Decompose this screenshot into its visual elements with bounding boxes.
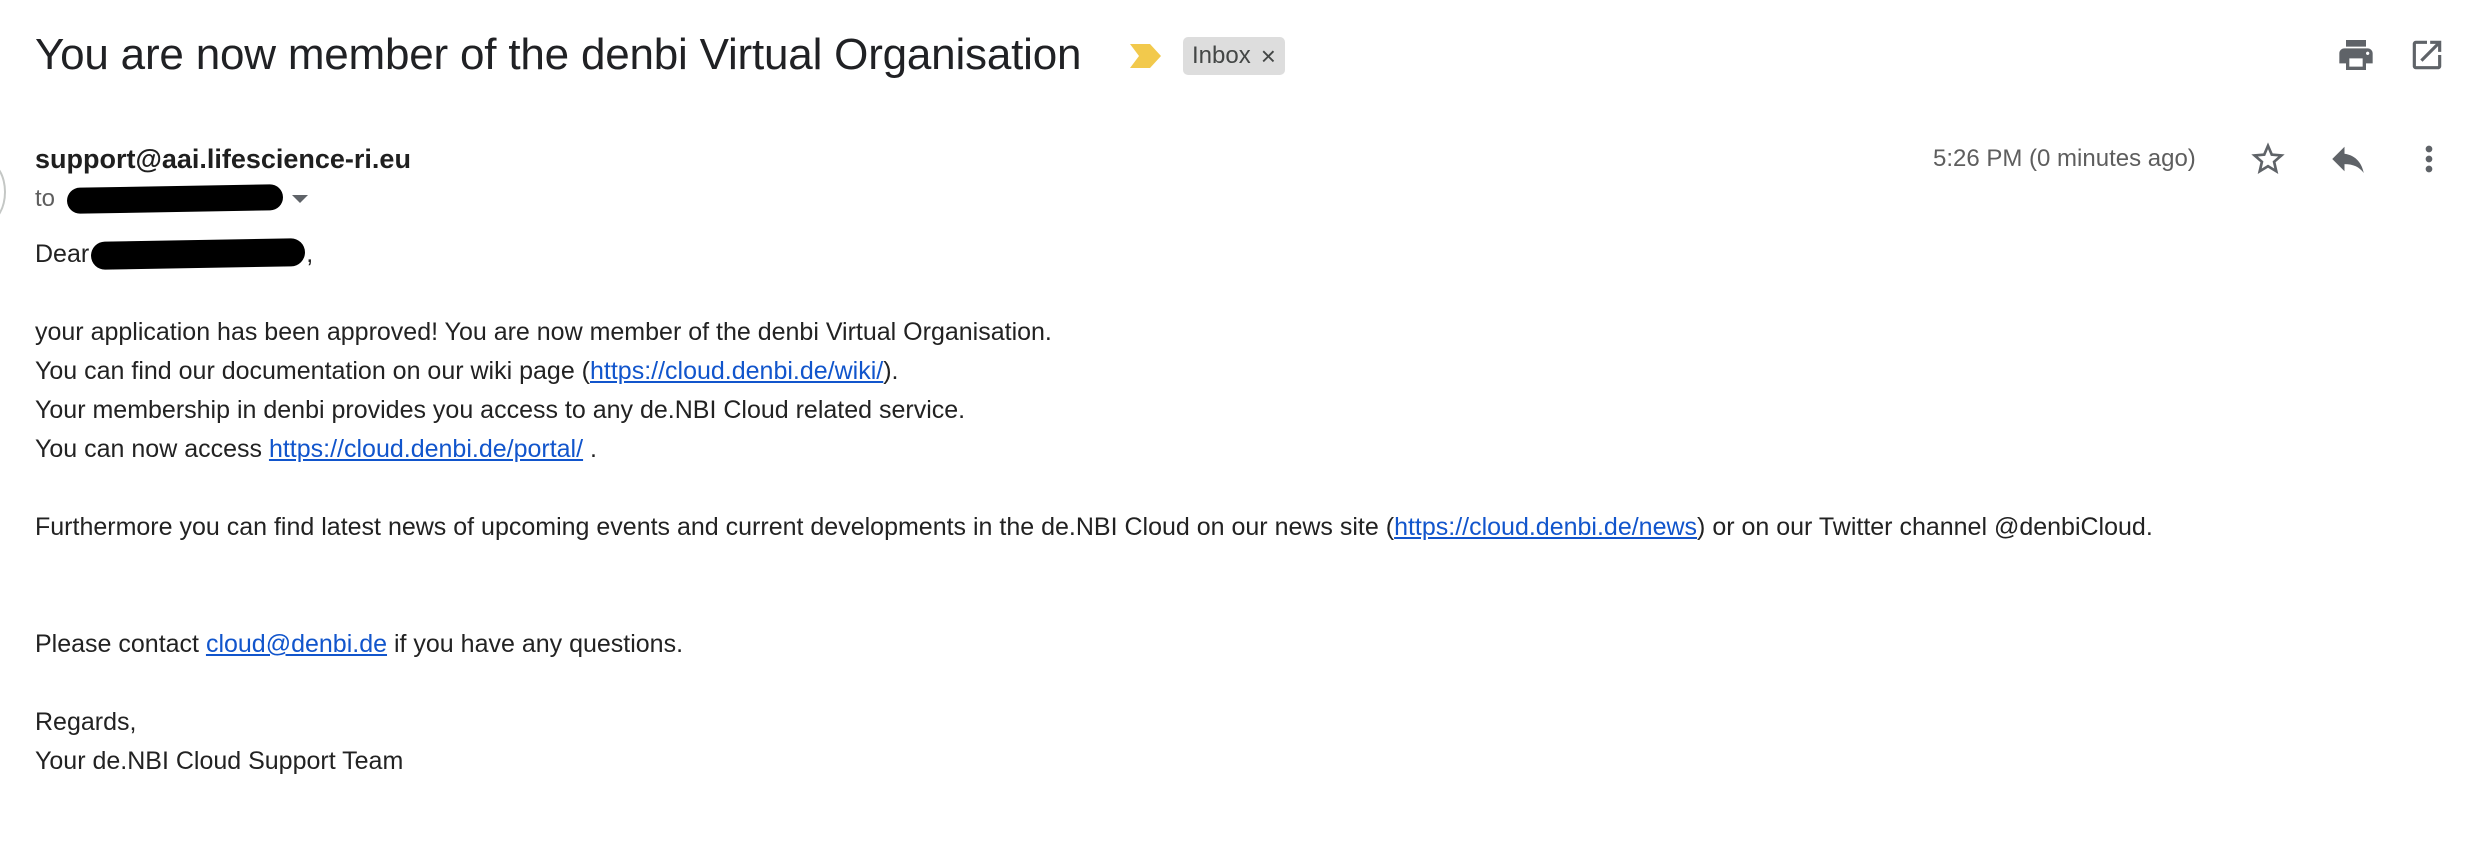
star-button[interactable]	[2244, 135, 2292, 183]
print-icon	[2339, 40, 2373, 70]
greeting-suffix: ,	[306, 240, 314, 268]
redacted-recipient	[66, 184, 284, 214]
more-vert-icon	[2425, 145, 2433, 173]
documentation-prefix: You can find our documentation on our wi…	[35, 357, 590, 385]
more-options-button[interactable]	[2405, 135, 2453, 183]
signature-line: Your de.NBI Cloud Support Team	[35, 747, 404, 775]
approval-line: your application has been approved! You …	[35, 318, 1052, 346]
caret-down-icon	[292, 195, 309, 203]
news-suffix: ) or on our Twitter channel @denbiCloud.	[1697, 513, 2153, 541]
reply-icon	[2332, 146, 2364, 173]
redacted-recipient-name	[90, 238, 306, 270]
message-body: Dear, your application has been approved…	[35, 235, 2153, 781]
to-label: to	[35, 185, 56, 212]
portal-link[interactable]: https://cloud.denbi.de/portal/	[269, 435, 583, 463]
show-details-button[interactable]	[287, 186, 313, 212]
print-button[interactable]	[2332, 31, 2380, 79]
membership-line: Your membership in denbi provides you ac…	[35, 396, 966, 424]
portal-suffix: .	[583, 435, 597, 463]
greeting-prefix: Dear	[35, 240, 90, 268]
message-timestamp: 5:26 PM (0 minutes ago)	[1933, 145, 2196, 172]
closing-line: Regards,	[35, 708, 137, 736]
important-marker-icon[interactable]	[1128, 40, 1164, 72]
label-chip-text: Inbox	[1192, 42, 1251, 69]
news-link[interactable]: https://cloud.denbi.de/news	[1394, 513, 1697, 541]
news-line: Furthermore you can find latest news of …	[35, 508, 2153, 547]
open-in-new-window-button[interactable]	[2403, 31, 2451, 79]
open-in-new-window-icon	[2412, 40, 2442, 70]
contact-suffix: if you have any questions.	[387, 630, 684, 658]
contact-email-link[interactable]: cloud@denbi.de	[206, 630, 387, 658]
reply-button[interactable]	[2324, 135, 2372, 183]
star-outline-icon	[2251, 142, 2285, 174]
sender-address[interactable]: support@aai.lifescience-ri.eu	[35, 141, 411, 177]
email-subject: You are now member of the denbi Virtual …	[35, 30, 1082, 79]
recipient-line: to	[35, 181, 313, 217]
documentation-suffix: ).	[883, 357, 899, 385]
inbox-label-chip: Inbox ×	[1183, 37, 1285, 75]
greeting-line: Dear,	[35, 235, 2153, 274]
portal-line: You can now access https://cloud.denbi.d…	[35, 430, 2153, 469]
contact-prefix: Please contact	[35, 630, 206, 658]
wiki-link[interactable]: https://cloud.denbi.de/wiki/	[590, 357, 883, 385]
documentation-line: You can find our documentation on our wi…	[35, 352, 2153, 391]
contact-line: Please contact cloud@denbi.de if you hav…	[35, 625, 2153, 664]
remove-label-icon[interactable]: ×	[1261, 43, 1276, 69]
news-prefix: Furthermore you can find latest news of …	[35, 513, 1395, 541]
sender-avatar[interactable]	[0, 162, 6, 222]
portal-prefix: You can now access	[35, 435, 269, 463]
